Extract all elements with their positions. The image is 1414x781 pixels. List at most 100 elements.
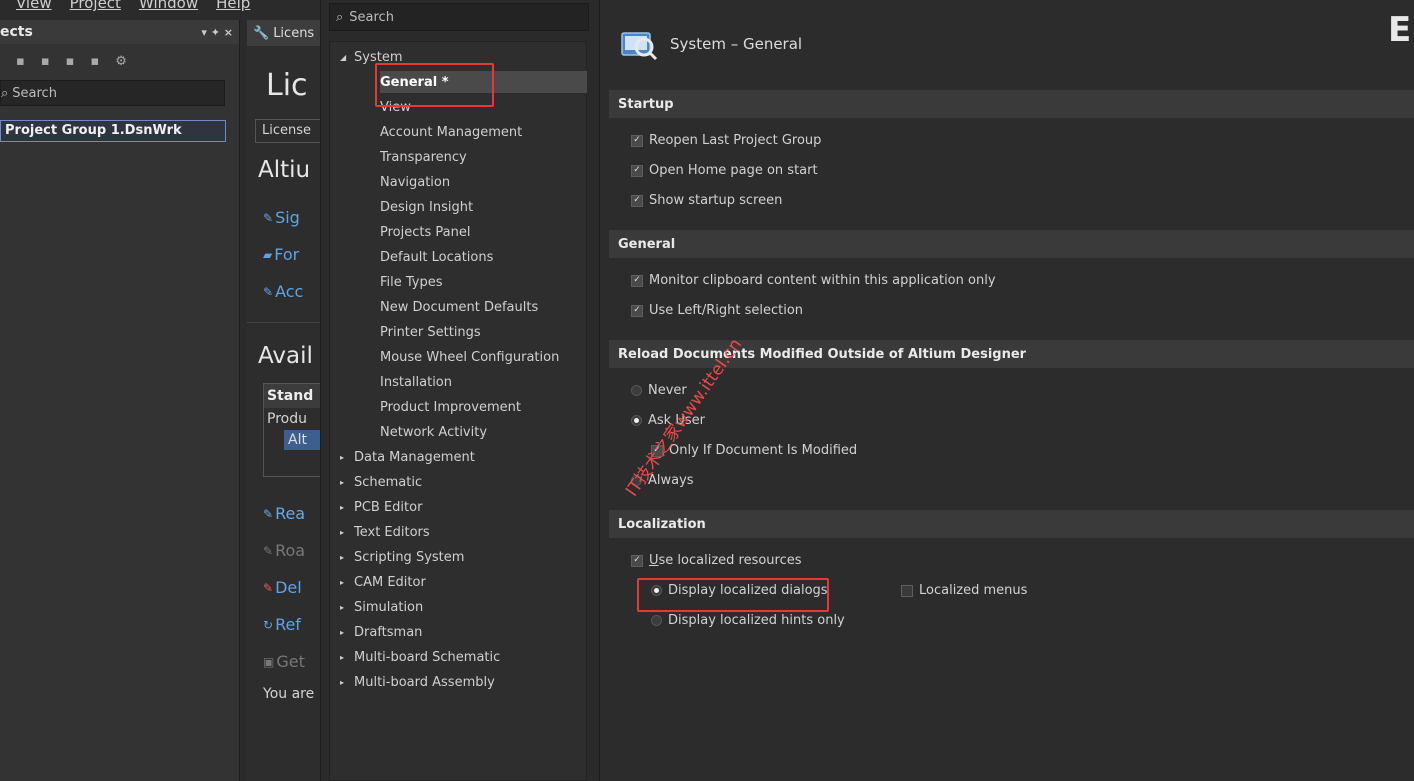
- projects-search-input[interactable]: ⌕ Search: [0, 80, 225, 106]
- use-license-link[interactable]: ✎ Rea: [263, 495, 327, 532]
- menu-view[interactable]: View: [16, 0, 52, 12]
- tree-search-input[interactable]: ⌕ Search: [329, 3, 589, 31]
- expand-arrow-icon[interactable]: ▸: [340, 628, 354, 637]
- projects-panel: ects ▾ ✦ × ▪ ▪ ▪ ▪ ⚙ ⌕ Search Project Gr…: [0, 20, 240, 781]
- expand-arrow-icon[interactable]: ▸: [340, 528, 354, 537]
- link-label: Ref: [275, 615, 301, 634]
- tree-node-pcb-editor[interactable]: ▸ PCB Editor: [340, 496, 422, 518]
- table-row[interactable]: Produ: [264, 408, 326, 430]
- project-group-item[interactable]: Project Group 1.DsnWrk: [0, 120, 226, 142]
- use-localized-resources-checkbox[interactable]: ✓ Use localized resources: [631, 553, 802, 568]
- radio-selected-icon[interactable]: [651, 585, 662, 596]
- account-link[interactable]: ✎ Acc: [263, 273, 327, 310]
- checkbox-check-icon[interactable]: ✓: [631, 304, 643, 317]
- checkbox-label: Show startup screen: [649, 193, 783, 208]
- monitor-clipboard-checkbox[interactable]: ✓ Monitor clipboard content within this …: [631, 273, 996, 288]
- display-localized-dialogs-radio[interactable]: Display localized dialogs: [651, 583, 828, 598]
- open-icon[interactable]: ▪: [41, 54, 50, 69]
- license-tab[interactable]: 🔧 Licens: [247, 20, 327, 46]
- sign-in-link[interactable]: ✎ Sig: [263, 199, 327, 236]
- menu-project[interactable]: Project: [70, 0, 121, 12]
- only-if-modified-checkbox[interactable]: ✓ Only If Document Is Modified: [651, 443, 857, 458]
- license-heading: Altiu: [258, 157, 311, 183]
- checkbox-check-icon[interactable]: ✓: [631, 164, 643, 177]
- expand-arrow-icon[interactable]: ▸: [340, 578, 354, 587]
- tree-node-scripting-system[interactable]: ▸ Scripting System: [340, 546, 464, 568]
- tree-item-general[interactable]: General *: [380, 71, 587, 93]
- radio-selected-icon[interactable]: [631, 415, 642, 426]
- checkbox-label: Use Left/Right selection: [649, 303, 804, 318]
- display-localized-hints-radio[interactable]: Display localized hints only: [651, 613, 845, 628]
- tree-item-printer-settings[interactable]: Printer Settings: [380, 321, 481, 343]
- menu-window[interactable]: Window: [139, 0, 198, 12]
- reopen-last-project-checkbox[interactable]: ✓ Reopen Last Project Group: [631, 133, 821, 148]
- tree-item-navigation[interactable]: Navigation: [380, 171, 450, 193]
- tree-node-label: Draftsman: [354, 624, 423, 640]
- radio-icon[interactable]: [651, 615, 662, 626]
- menu-help[interactable]: Help: [216, 0, 250, 12]
- tree-node-multiboard-schematic[interactable]: ▸ Multi-board Schematic: [340, 646, 500, 668]
- tree-node-label: Schematic: [354, 474, 423, 490]
- refresh-link[interactable]: ↻ Ref: [263, 606, 327, 643]
- roaming-link[interactable]: ✎ Roa: [263, 532, 327, 569]
- radio-label: Display localized dialogs: [668, 583, 828, 598]
- document-icon[interactable]: ▪: [90, 54, 99, 69]
- tree-item-product-improvement[interactable]: Product Improvement: [380, 396, 521, 418]
- search-icon: ⌕: [1, 85, 9, 101]
- tree-item-projects-panel[interactable]: Projects Panel: [380, 221, 470, 243]
- left-right-selection-checkbox[interactable]: ✓ Use Left/Right selection: [631, 303, 803, 318]
- expand-arrow-icon[interactable]: ▸: [340, 678, 354, 687]
- tree-node-cam-editor[interactable]: ▸ CAM Editor: [340, 571, 426, 593]
- tree-item-view[interactable]: View: [380, 96, 411, 118]
- radio-icon[interactable]: [631, 385, 642, 396]
- checkbox-unchecked-icon[interactable]: [901, 584, 913, 597]
- tree-node-data-management[interactable]: ▸ Data Management: [340, 446, 475, 468]
- checkbox-check-icon[interactable]: ✓: [631, 274, 643, 287]
- tree-list: ◢ System General * View Account Manageme…: [329, 41, 587, 781]
- get-link[interactable]: ▣ Get: [263, 643, 327, 680]
- tree-node-draftsman[interactable]: ▸ Draftsman: [340, 621, 422, 643]
- checkbox-check-icon[interactable]: ✓: [631, 134, 643, 147]
- save-icon[interactable]: ▪: [16, 54, 25, 69]
- panel-controls[interactable]: ▾ ✦ ×: [201, 26, 233, 39]
- forgot-link[interactable]: ▰ For: [263, 236, 327, 273]
- expand-arrow-icon[interactable]: ▸: [340, 503, 354, 512]
- collapse-arrow-icon[interactable]: ◢: [340, 53, 354, 62]
- delete-link[interactable]: ✎ Del: [263, 569, 327, 606]
- license-subtab[interactable]: License: [255, 119, 327, 143]
- tree-item-installation[interactable]: Installation: [380, 371, 452, 393]
- localized-menus-checkbox[interactable]: Localized menus: [901, 583, 1027, 598]
- signin-icon: ✎: [263, 210, 274, 225]
- compile-icon[interactable]: ▪: [66, 54, 75, 69]
- tree-node-simulation[interactable]: ▸ Simulation: [340, 596, 423, 618]
- link-label: Rea: [275, 504, 306, 523]
- search-placeholder: Search: [349, 9, 394, 25]
- checkbox-check-icon[interactable]: ✓: [631, 554, 643, 567]
- checkbox-check-icon[interactable]: ✓: [631, 194, 643, 207]
- tree-item-file-types[interactable]: File Types: [380, 271, 443, 293]
- tree-item-new-document-defaults[interactable]: New Document Defaults: [380, 296, 538, 318]
- gear-icon[interactable]: ⚙: [115, 54, 127, 69]
- expand-arrow-icon[interactable]: ▸: [340, 453, 354, 462]
- preferences-icon: [621, 32, 658, 61]
- tree-item-account-management[interactable]: Account Management: [380, 121, 522, 143]
- tree-node-system[interactable]: ◢ System: [340, 46, 402, 68]
- show-startup-screen-checkbox[interactable]: ✓ Show startup screen: [631, 193, 782, 208]
- tree-item-mouse-wheel[interactable]: Mouse Wheel Configuration: [380, 346, 559, 368]
- section-localization: Localization: [609, 510, 1414, 538]
- tree-node-schematic[interactable]: ▸ Schematic: [340, 471, 422, 493]
- tree-node-multiboard-assembly[interactable]: ▸ Multi-board Assembly: [340, 671, 495, 693]
- tree-item-network-activity[interactable]: Network Activity: [380, 421, 487, 443]
- tree-node-text-editors[interactable]: ▸ Text Editors: [340, 521, 430, 543]
- expand-arrow-icon[interactable]: ▸: [340, 553, 354, 562]
- expand-arrow-icon[interactable]: ▸: [340, 478, 354, 487]
- expand-arrow-icon[interactable]: ▸: [340, 603, 354, 612]
- tree-node-label: Data Management: [354, 449, 475, 465]
- tree-item-transparency[interactable]: Transparency: [380, 146, 467, 168]
- reload-never-radio[interactable]: Never: [631, 383, 687, 398]
- open-home-page-checkbox[interactable]: ✓ Open Home page on start: [631, 163, 818, 178]
- tree-item-design-insight[interactable]: Design Insight: [380, 196, 473, 218]
- expand-arrow-icon[interactable]: ▸: [340, 653, 354, 662]
- license-icon: ✎: [263, 506, 274, 521]
- tree-item-default-locations[interactable]: Default Locations: [380, 246, 493, 268]
